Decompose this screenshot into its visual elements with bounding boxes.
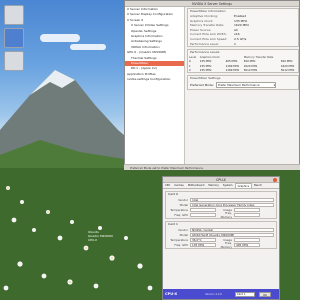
table-cell: 2: [189, 67, 191, 72]
mem-freq-field: 405 MHz: [234, 242, 260, 247]
field-label: Vendor: [178, 197, 188, 202]
tab-bench[interactable]: Bench: [252, 183, 264, 188]
field-label: Temperature: [170, 237, 188, 242]
model-field: Intel Generation Core Processor Family I…: [190, 202, 274, 207]
gpu-freq-field: 135 MHz: [190, 242, 216, 247]
ok-button[interactable]: OK: [259, 291, 271, 297]
gpu-card-1: Card 1 Vendor NVIDIA (nvidia) Model GM10…: [165, 221, 277, 249]
field-label: Model: [179, 232, 188, 237]
tab-system[interactable]: System: [221, 183, 235, 188]
preferred-mode-label: Preferred Mode:: [190, 82, 214, 87]
info-value: 1: [234, 41, 236, 46]
field-label: Model: [179, 202, 188, 207]
preferred-mode-value: Prefer Maximum Performance: [218, 82, 260, 87]
window-title: CPU-X: [163, 177, 279, 183]
preferred-mode-dropdown[interactable]: Prefer Maximum Performance ▾: [216, 81, 276, 88]
performance-table: Level Graphics Clock Memory Transfer Rat…: [188, 55, 298, 72]
status-bar: Preferred Mode set to Prefer Maximum Per…: [124, 164, 300, 170]
table-row: 0 135 MHz 405 MHz 810 MHz 810 MHz: [188, 59, 298, 63]
tab-graphics[interactable]: Graphics: [234, 183, 253, 188]
tab-memory[interactable]: Memory: [206, 183, 221, 188]
temperature-field: [190, 207, 216, 212]
performance-levels-panel: Performance Levels Level Graphics Clock …: [187, 49, 299, 73]
vendor-field: NVIDIA (nvidia): [190, 227, 274, 232]
powermizer-info-panel: PowerMizer Information Adaptive Clocking…: [187, 8, 299, 48]
gpu-card-0: Card 0 Vendor Intel Model Intel Generati…: [165, 191, 277, 219]
tab-cpu[interactable]: CPU: [163, 183, 172, 188]
field-label: Vendor: [178, 227, 188, 232]
cpux-footer: CPU-X Version 4.2.0 Card 1 OK: [163, 289, 279, 299]
field-label: Freq. Memory: [220, 210, 232, 219]
field-label: Freq. GPU: [174, 212, 188, 217]
tab-caches[interactable]: Caches: [172, 183, 185, 188]
model-field: GM107GLM [Quadro M2000M]: [190, 232, 274, 237]
tab-bar: CPU Caches Motherboard Memory System Gra…: [163, 183, 279, 189]
cloud: [40, 34, 80, 42]
vendor-field: Intel: [190, 197, 274, 202]
home-folder-icon[interactable]: [4, 5, 24, 25]
desktop-caption: Ubuntu Quadro M2000M CPU-X: [88, 230, 113, 242]
tab-motherboard[interactable]: Motherboard: [186, 183, 207, 188]
table-row: 2 135 MHz 1189 MHz 5012 MHz 5012 MHz: [188, 68, 298, 72]
mem-freq-field: [234, 212, 260, 217]
version-label: Version 4.2.0: [205, 292, 222, 296]
field-label: Temperature: [170, 207, 188, 212]
table-cell: 5012 MHz: [243, 67, 258, 72]
powermizer-page: PowerMizer Information Adaptive Clocking…: [187, 8, 299, 167]
settings-tree: X Server Information X Server Display Co…: [125, 7, 185, 167]
cpux-window: CPU-X CPU Caches Motherboard Memory Syst…: [162, 176, 280, 300]
powermizer-settings-panel: PowerMizer Settings Preferred Mode: Pref…: [187, 74, 299, 90]
desktop-icons: [2, 2, 26, 74]
field-label: Freq. GPU: [174, 242, 188, 247]
tree-item[interactable]: nvidia-settings Configuration: [125, 77, 184, 82]
close-icon[interactable]: [273, 178, 277, 182]
usage-field: [234, 207, 260, 212]
folder-icon[interactable]: [4, 28, 24, 48]
cloud: [70, 44, 106, 50]
usage-field: [234, 237, 260, 242]
window-title-text: CPU-X: [216, 178, 226, 182]
gpu-freq-field: [190, 212, 216, 217]
nvidia-settings-window: NVIDIA X Server Settings X Server Inform…: [124, 0, 300, 168]
table-cell: 5012 MHz: [280, 67, 295, 72]
field-label: Freq. Memory: [220, 240, 232, 249]
file-icon[interactable]: [4, 51, 24, 71]
card-selector[interactable]: Card 1: [235, 291, 255, 297]
brand-label: CPU-X: [165, 292, 178, 296]
table-cell: 135 MHz: [199, 67, 212, 72]
temperature-field: 36.0°C: [190, 237, 216, 242]
table-cell: 1189 MHz: [225, 67, 240, 72]
chevron-down-icon: ▾: [273, 82, 275, 87]
info-label: Performance Level:: [190, 41, 219, 46]
